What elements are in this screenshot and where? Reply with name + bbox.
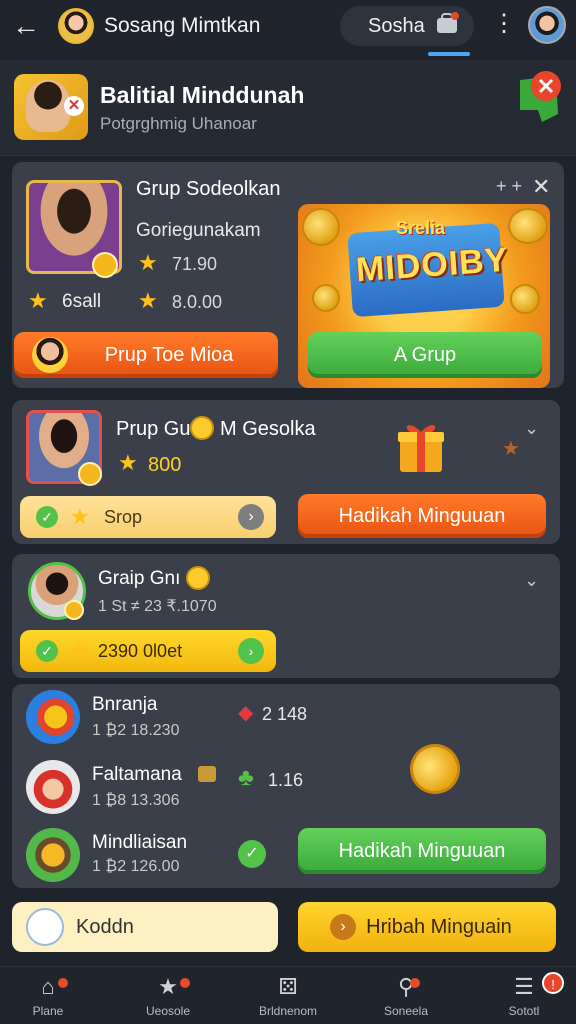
nav-item-home[interactable]: ⌂ Plane: [0, 974, 96, 1018]
arrow-right-icon: ›: [238, 504, 264, 530]
list-item-avatar[interactable]: [26, 690, 80, 744]
notification-close-icon[interactable]: [516, 70, 564, 122]
star-icon: ★: [118, 450, 138, 475]
member-name-secondary: M Gesolka: [220, 418, 316, 440]
list-item-name: Bnranja: [92, 694, 158, 715]
nav-item-favorites[interactable]: ★ Ueosole: [120, 974, 216, 1018]
check-icon: ✓: [36, 640, 58, 662]
home-icon: ⌂: [41, 974, 55, 999]
group-button[interactable]: A Grup: [308, 332, 542, 378]
nav-label: Brldnenom: [258, 1004, 318, 1018]
chevron-down-icon[interactable]: ⌄: [524, 570, 539, 591]
close-badge-icon: ✕: [64, 96, 84, 116]
nav-item-games[interactable]: ⚄ Brldnenom: [240, 974, 336, 1018]
bag-icon[interactable]: [434, 12, 460, 34]
button-label: Prup Toe Mioa: [104, 344, 234, 366]
close-icon[interactable]: ✕: [532, 174, 550, 200]
member-stats: 1 St ≠ 23 ₹.1070: [98, 598, 217, 615]
chevron-down-icon[interactable]: ⌄: [524, 418, 539, 439]
points-chip[interactable]: ✓ ★ 2390 0l0et ›: [20, 630, 276, 672]
list-item-tag: 2 148: [262, 704, 308, 724]
pill-label: Sosha: [368, 15, 425, 37]
secondary-action-label: Koddn: [76, 916, 134, 938]
gift-icon[interactable]: [396, 420, 446, 474]
active-tab-indicator: [428, 52, 470, 56]
search-icon: ⚲: [397, 974, 415, 999]
arrow-right-icon: ›: [238, 638, 264, 664]
header-avatar[interactable]: ✕: [14, 74, 88, 140]
list-item-name: Faltamana: [92, 764, 182, 785]
list-item-stats: 1 ₿8 13.306: [92, 792, 180, 809]
weekly-gift-button[interactable]: Hadikah Minguuan: [298, 494, 546, 538]
notification-dot: [180, 978, 190, 988]
profile-avatar[interactable]: [528, 6, 566, 44]
page-title: Sosang Mimtkan: [104, 14, 261, 37]
member-name: Graip Gnı: [98, 568, 181, 589]
list-item-avatar[interactable]: [26, 760, 80, 814]
weekly-gift-button[interactable]: Hadikah Minguuan: [298, 828, 546, 874]
notification-dot: [410, 978, 420, 988]
list-item-stats: 1 ₿2 18.230: [92, 722, 180, 739]
lock-icon: [198, 766, 216, 782]
list-item-tag: 1.16: [268, 770, 304, 790]
list-item-name: Mindliaisan: [92, 832, 188, 853]
nav-label: Sototl: [508, 1004, 540, 1018]
coin-icon: [510, 284, 540, 314]
back-arrow-icon[interactable]: ←: [10, 10, 42, 42]
notification-dot: [58, 978, 68, 988]
avatar[interactable]: [58, 8, 94, 44]
group-name: Grup Sodeolkan: [136, 178, 281, 200]
clover-icon: ♣: [238, 764, 254, 791]
primary-action-label: Hribah Minguain: [366, 916, 512, 938]
star-icon: ★: [28, 288, 48, 313]
group-subtitle: Goriegunakam: [136, 220, 261, 241]
chip-label: 2390 0l0et: [98, 641, 183, 661]
list-item-stats: 1 ₿2 126.00: [92, 858, 180, 875]
nav-label: Soneela: [383, 1004, 429, 1018]
more-options-icon[interactable]: ⋮: [492, 12, 516, 36]
emoji-icon: [26, 908, 64, 946]
nav-label: Plane: [32, 1004, 64, 1018]
stat-value: 8.0.00: [172, 292, 223, 312]
emoji-icon: [190, 416, 214, 440]
arrow-right-icon: ›: [330, 914, 356, 940]
star-icon: ★: [70, 638, 90, 663]
coin-icon: [508, 208, 548, 244]
dice-icon: ⚄: [278, 974, 298, 999]
header-title: Balitial Minddunah: [100, 82, 305, 108]
game-logo-top-text: Srelia: [396, 218, 446, 238]
member-name: Prup Gu: [116, 418, 191, 440]
nav-item-search[interactable]: ⚲ Soneela: [358, 974, 454, 1018]
check-icon: ✓: [238, 840, 266, 868]
tag-icon: ◆: [238, 702, 254, 724]
coin-icon: [64, 600, 84, 620]
star-icon: ★: [138, 288, 158, 313]
star-icon: ★: [70, 504, 90, 529]
stat-value: 6sall: [62, 291, 102, 312]
avatar: [32, 337, 68, 373]
nav-label: Ueosole: [145, 1004, 191, 1018]
coin-icon: [312, 284, 340, 312]
coin-icon: [92, 252, 118, 278]
notification-badge: !: [542, 972, 564, 994]
header-subtitle: Potgrghmig Uhanoar: [100, 114, 257, 133]
coin-icon: [302, 208, 340, 246]
chip-label: Srop: [104, 507, 143, 527]
stat-value: 71.90: [172, 254, 218, 274]
star-icon: ★: [502, 438, 520, 460]
star-icon: ★: [138, 250, 158, 275]
list-item-avatar[interactable]: [26, 828, 80, 882]
check-icon: ✓: [36, 506, 58, 528]
member-points: 800: [148, 454, 182, 476]
expand-icon[interactable]: + +: [496, 176, 522, 197]
join-group-button[interactable]: Prup Toe Mioa: [14, 332, 278, 378]
emoji-icon: [186, 566, 210, 590]
coin-icon: [78, 462, 102, 486]
points-chip[interactable]: ✓ ★ Srop ›: [20, 496, 276, 538]
star-icon: ★: [158, 974, 178, 999]
